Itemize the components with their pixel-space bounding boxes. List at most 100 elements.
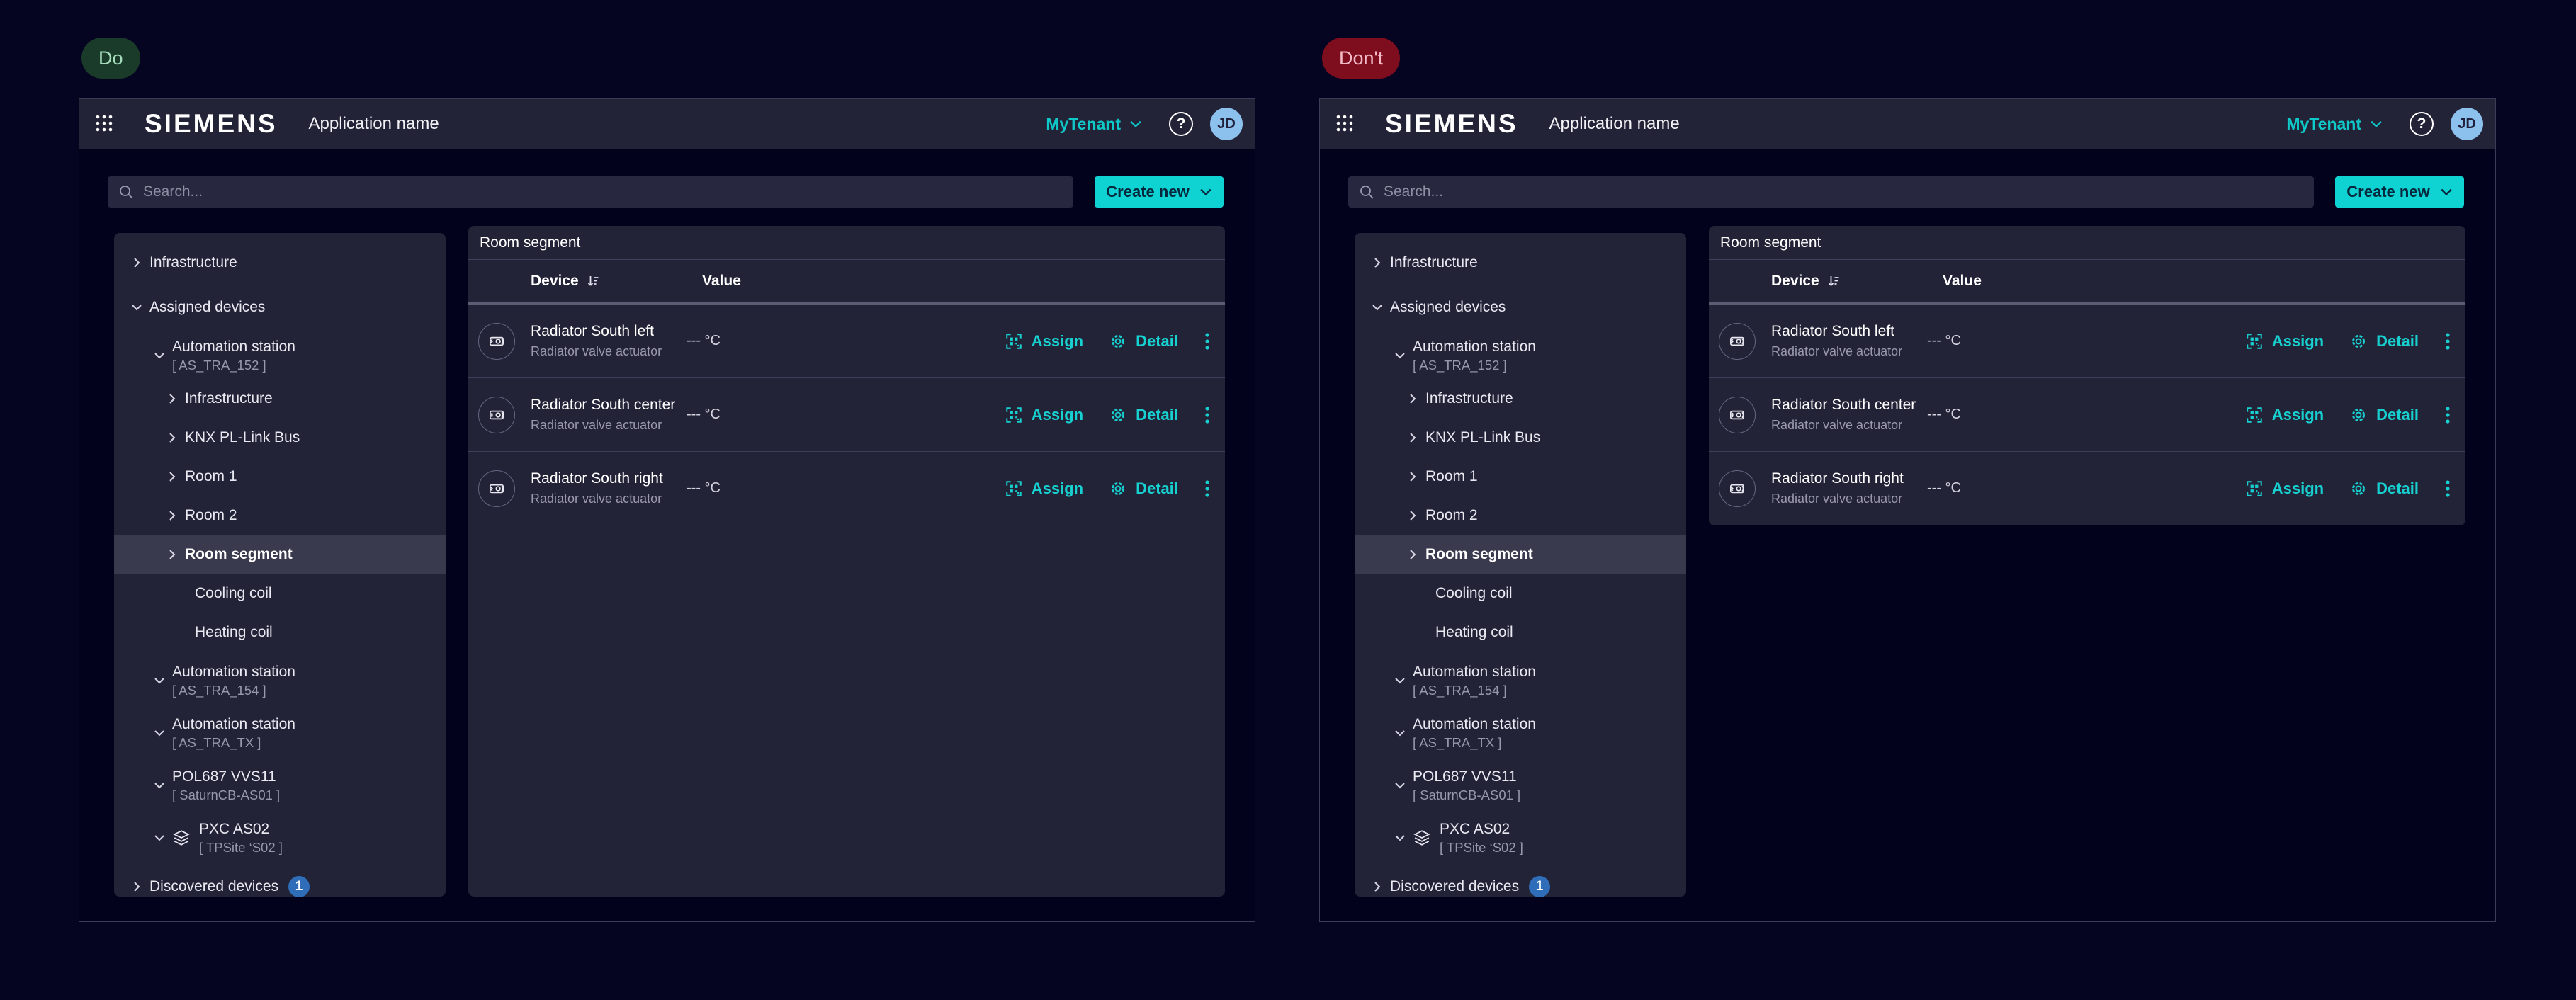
user-avatar[interactable]: JD bbox=[2451, 108, 2483, 140]
table-header: Device Value bbox=[1709, 260, 2465, 305]
detail-button-label: Detail bbox=[2376, 332, 2419, 351]
tree-item-sublabel: [ AS_TRA_TX ] bbox=[1413, 735, 1536, 751]
tree-item-sublabel: [ AS_TRA_154 ] bbox=[172, 683, 295, 698]
search-input[interactable] bbox=[1384, 183, 2304, 200]
kebab-menu-button[interactable] bbox=[1205, 406, 1209, 424]
create-new-button[interactable]: Create new bbox=[2335, 176, 2464, 208]
device-table-body: Radiator South leftRadiator valve actuat… bbox=[468, 305, 1225, 525]
tree-item-sublabel: [ AS_TRA_152 ] bbox=[1413, 358, 1536, 373]
chevron-down-icon bbox=[1394, 832, 1406, 843]
qr-code-icon bbox=[1005, 479, 1023, 498]
tree-item-assigned-devices[interactable]: Assigned devices bbox=[114, 288, 446, 326]
tree-item-room-segment[interactable]: Room segment bbox=[114, 535, 446, 574]
radiator-icon bbox=[478, 397, 515, 433]
kebab-menu-button[interactable] bbox=[2446, 406, 2450, 424]
detail-button-label: Detail bbox=[1136, 406, 1178, 424]
tree-item-room-1[interactable]: Room 1 bbox=[1355, 457, 1686, 496]
tree-item-cooling-coil[interactable]: Cooling coil bbox=[114, 574, 446, 613]
detail-button[interactable]: Detail bbox=[2349, 332, 2419, 351]
tree-item-heating-coil[interactable]: Heating coil bbox=[114, 613, 446, 652]
detail-button[interactable]: Detail bbox=[2349, 406, 2419, 424]
detail-button[interactable]: Detail bbox=[1109, 406, 1178, 424]
qr-code-icon bbox=[2245, 406, 2264, 424]
tree-item-label: POL687 VVS11 bbox=[172, 768, 280, 785]
count-badge: 1 bbox=[288, 876, 310, 897]
radiator-icon bbox=[478, 470, 515, 507]
device-type: Radiator valve actuator bbox=[531, 344, 687, 359]
detail-button[interactable]: Detail bbox=[1109, 332, 1178, 351]
chevron-right-icon bbox=[166, 432, 178, 443]
tree-item-room-2[interactable]: Room 2 bbox=[114, 496, 446, 535]
tree-item-assigned-devices[interactable]: Assigned devices bbox=[1355, 288, 1686, 326]
device-type: Radiator valve actuator bbox=[1771, 418, 1927, 433]
kebab-menu-button[interactable] bbox=[2446, 479, 2450, 498]
chevron-down-icon bbox=[1199, 186, 1212, 198]
chevron-right-icon bbox=[1407, 549, 1418, 560]
search-icon bbox=[118, 183, 135, 200]
tree-item-room-1[interactable]: Room 1 bbox=[114, 457, 446, 496]
device-row: Radiator South centerRadiator valve actu… bbox=[1709, 378, 2465, 452]
chevron-right-icon bbox=[1372, 881, 1383, 892]
tree-item-infrastructure[interactable]: Infrastructure bbox=[114, 243, 446, 282]
tree-item-automation-station[interactable]: Automation station[ AS_TRA_154 ] bbox=[1355, 657, 1686, 704]
tree-item-room-2[interactable]: Room 2 bbox=[1355, 496, 1686, 535]
assign-button-label: Assign bbox=[1032, 479, 1083, 498]
tree-item-discovered-devices[interactable]: Discovered devices1 bbox=[1355, 867, 1686, 897]
assign-button[interactable]: Assign bbox=[2245, 332, 2324, 351]
search-box bbox=[108, 176, 1073, 208]
tree-item-label: Room 1 bbox=[185, 468, 237, 485]
chevron-right-icon bbox=[1372, 257, 1383, 268]
tree-item-automation-station[interactable]: Automation station[ AS_TRA_TX ] bbox=[114, 710, 446, 756]
kebab-menu-button[interactable] bbox=[1205, 479, 1209, 498]
app-header: SIEMENS Application name MyTenant ? JD bbox=[1320, 99, 2495, 149]
assign-button[interactable]: Assign bbox=[1005, 406, 1083, 424]
tree-item-cooling-coil[interactable]: Cooling coil bbox=[1355, 574, 1686, 613]
tree-item-automation-station[interactable]: Automation station[ AS_TRA_TX ] bbox=[1355, 710, 1686, 756]
assign-button[interactable]: Assign bbox=[1005, 332, 1083, 351]
tree-item-infrastructure[interactable]: Infrastructure bbox=[114, 379, 446, 418]
help-button[interactable]: ? bbox=[2410, 112, 2434, 136]
tree-item-heating-coil[interactable]: Heating coil bbox=[1355, 613, 1686, 652]
tree-item-knx-pl-link-bus[interactable]: KNX PL-Link Bus bbox=[114, 418, 446, 457]
kebab-menu-button[interactable] bbox=[2446, 332, 2450, 351]
tree-item-automation-station[interactable]: Automation station[ AS_TRA_152 ] bbox=[1355, 332, 1686, 379]
assign-button[interactable]: Assign bbox=[2245, 479, 2324, 498]
content-panel: Room segment Device Value Radiator South… bbox=[1709, 226, 2465, 525]
tenant-menu[interactable]: MyTenant bbox=[1046, 115, 1142, 134]
column-header-device[interactable]: Device bbox=[531, 273, 702, 290]
app-launcher-icon[interactable] bbox=[95, 114, 115, 134]
tree-item-room-segment[interactable]: Room segment bbox=[1355, 535, 1686, 574]
search-input[interactable] bbox=[143, 183, 1063, 200]
assign-button[interactable]: Assign bbox=[2245, 406, 2324, 424]
app-title: Application name bbox=[1549, 114, 1680, 134]
tree-item-knx-pl-link-bus[interactable]: KNX PL-Link Bus bbox=[1355, 418, 1686, 457]
question-icon: ? bbox=[1177, 115, 1186, 132]
tree-item-pxc-as02[interactable]: PXC AS02[ TPSite ‘S02 ] bbox=[114, 814, 446, 861]
tree-item-sublabel: [ SaturnCB-AS01 ] bbox=[1413, 788, 1520, 803]
app-launcher-icon[interactable] bbox=[1335, 114, 1355, 134]
tree-item-sublabel: [ AS_TRA_152 ] bbox=[172, 358, 295, 373]
tree-item-infrastructure[interactable]: Infrastructure bbox=[1355, 243, 1686, 282]
kebab-menu-button[interactable] bbox=[1205, 332, 1209, 351]
chevron-right-icon bbox=[1407, 393, 1418, 404]
chevron-down-icon bbox=[2370, 118, 2383, 130]
assign-button-label: Assign bbox=[2272, 479, 2324, 498]
sort-icon bbox=[1826, 274, 1841, 288]
create-new-button[interactable]: Create new bbox=[1095, 176, 1224, 208]
detail-button[interactable]: Detail bbox=[2349, 479, 2419, 498]
tree-item-automation-station[interactable]: Automation station[ AS_TRA_152 ] bbox=[114, 332, 446, 379]
radiator-icon bbox=[1719, 470, 1756, 507]
user-avatar[interactable]: JD bbox=[1210, 108, 1243, 140]
help-button[interactable]: ? bbox=[1169, 112, 1193, 136]
tree-item-automation-station[interactable]: Automation station[ AS_TRA_154 ] bbox=[114, 657, 446, 704]
tree-item-infrastructure[interactable]: Infrastructure bbox=[1355, 379, 1686, 418]
tree-item-pol687-vvs11[interactable]: POL687 VVS11[ SaturnCB-AS01 ] bbox=[1355, 762, 1686, 809]
column-header-device[interactable]: Device bbox=[1771, 273, 1943, 290]
brand-logo: SIEMENS bbox=[145, 109, 278, 139]
tenant-menu[interactable]: MyTenant bbox=[2286, 115, 2383, 134]
assign-button[interactable]: Assign bbox=[1005, 479, 1083, 498]
tree-item-pol687-vvs11[interactable]: POL687 VVS11[ SaturnCB-AS01 ] bbox=[114, 762, 446, 809]
tree-item-pxc-as02[interactable]: PXC AS02[ TPSite ‘S02 ] bbox=[1355, 814, 1686, 861]
detail-button[interactable]: Detail bbox=[1109, 479, 1178, 498]
tree-item-discovered-devices[interactable]: Discovered devices1 bbox=[114, 867, 446, 897]
